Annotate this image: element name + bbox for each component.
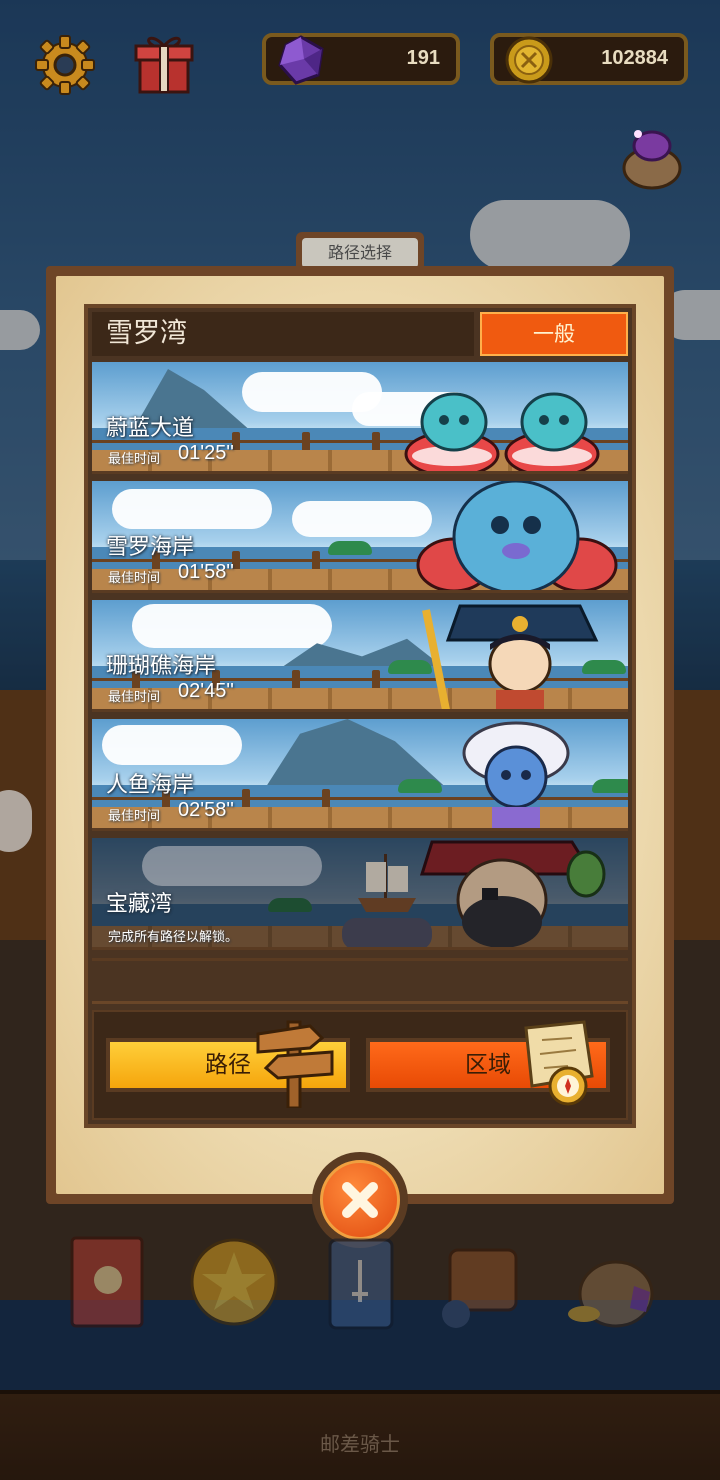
best-time-value: 02'58''	[178, 799, 234, 821]
difficulty-badge[interactable]: 一般	[480, 312, 628, 356]
close-button[interactable]	[320, 1160, 400, 1240]
game-title: 邮差骑士	[320, 1432, 400, 1456]
gem-counter: 191	[262, 33, 460, 85]
coin-counter: 102884	[490, 33, 688, 85]
route-name: 人鱼海岸	[106, 773, 195, 798]
route-row[interactable]: 人鱼海岸 最佳时间 02'58''	[92, 719, 628, 831]
signpost-icon	[256, 1020, 334, 1108]
mermaid-character	[462, 721, 570, 828]
route-row[interactable]: 雪罗海岸 最佳时间 01'58''	[92, 481, 628, 593]
route-name: 珊瑚礁海岸	[106, 654, 217, 679]
island	[592, 779, 628, 793]
route-row[interactable]: 蔚蓝大道 最佳时间 01'25''	[92, 362, 628, 474]
best-time-label: 最佳时间	[108, 571, 161, 586]
best-time-value: 01'58''	[178, 561, 234, 583]
treasure-bag-icon[interactable]	[618, 122, 686, 192]
side-camera-button[interactable]	[0, 790, 32, 852]
best-time-label: 最佳时间	[108, 690, 161, 705]
empty-route-slot	[92, 958, 628, 1004]
route-row-locked[interactable]: 宝藏湾 完成所有路径以解锁。	[92, 838, 628, 950]
settings-gear-icon[interactable]	[34, 34, 96, 96]
gem-count: 191	[406, 47, 440, 69]
best-time-value: 01'25''	[178, 442, 234, 464]
treasure-sack-icon[interactable]	[564, 1230, 660, 1334]
route-row[interactable]: 珊瑚礁海岸 最佳时间 02'45''	[92, 600, 628, 712]
slime-twins-character	[404, 392, 600, 471]
inventory-bag-icon[interactable]	[436, 1230, 532, 1334]
panel-tab-title: 路径选择	[302, 238, 418, 268]
jelly-crab-character	[416, 481, 618, 590]
gold-coin-icon	[505, 36, 553, 84]
close-x-icon	[342, 1182, 378, 1218]
best-time-label: 最佳时间	[108, 809, 161, 824]
treasure-map-compass-icon	[524, 1020, 594, 1106]
island	[328, 541, 372, 555]
route-name: 雪罗海岸	[106, 535, 195, 560]
coin-count: 102884	[601, 47, 668, 69]
card-deck-icon[interactable]	[312, 1230, 408, 1334]
route-name: 蔚蓝大道	[106, 416, 195, 441]
purple-gem-icon	[278, 35, 324, 85]
region-name: 雪罗湾	[92, 312, 474, 356]
pirate-boy-character	[422, 604, 599, 709]
route-name: 宝藏湾	[106, 892, 173, 917]
best-time-value: 02'45''	[178, 680, 234, 702]
best-time-label: 最佳时间	[108, 452, 161, 467]
island	[398, 779, 442, 793]
gift-box-icon[interactable]	[134, 32, 194, 96]
book-icon[interactable]	[62, 1230, 158, 1334]
star-coin-icon[interactable]	[186, 1230, 282, 1334]
unlock-requirement-text: 完成所有路径以解锁。	[108, 930, 239, 945]
